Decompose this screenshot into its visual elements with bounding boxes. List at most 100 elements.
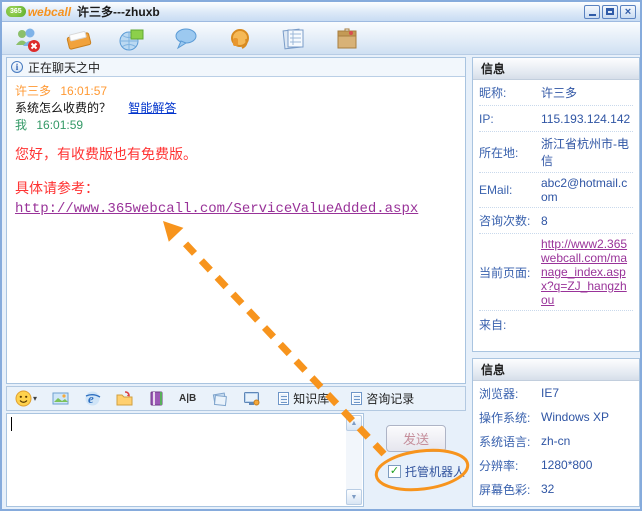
close-icon: × — [625, 7, 631, 17]
visitor-name: 许三多 — [15, 84, 51, 98]
logo-365-icon: 365 — [6, 6, 26, 17]
screen-capture-button[interactable] — [243, 390, 260, 407]
info-row-visits: 咨询次数: 8 — [479, 208, 633, 234]
document-icon — [278, 392, 289, 405]
minimize-button[interactable] — [584, 5, 600, 19]
visitor-info-panel: 信息 昵称: 许三多 IP: 115.193.124.142 所在地: 浙江省杭… — [472, 57, 640, 352]
info-value: Windows XP — [541, 410, 633, 424]
reply-line-2: 具体请参考： — [15, 178, 457, 198]
info-row-current-page: 当前页面: http://www2.365webcall.com/manage_… — [479, 234, 633, 311]
block-user-button[interactable] — [13, 25, 41, 53]
info-value: 浙江省杭州市-电信 — [541, 135, 633, 169]
info-label: 咨询次数: — [479, 212, 541, 229]
my-message-header: 我 16:01:59 — [15, 117, 457, 134]
reply-url-link[interactable]: http://www.365webcall.com/ServiceValueAd… — [15, 201, 418, 217]
info-row-resolution: 分辨率: 1280*800 — [479, 453, 633, 477]
current-page-link[interactable]: http://www2.365webcall.com/manage_index.… — [541, 237, 633, 307]
visitor-message-header: 许三多 16:01:57 — [15, 83, 457, 100]
send-file-button[interactable] — [116, 390, 133, 407]
chat-status-bar: i 正在聊天之中 — [7, 58, 465, 77]
info-row-language: 系统语言: zh-cn — [479, 429, 633, 453]
message-input[interactable]: ▲ ▼ — [6, 413, 364, 507]
info-row-email: EMail: abc2@hotmail.com — [479, 173, 633, 208]
chat-history-button[interactable]: 咨询记录 — [351, 390, 414, 407]
info-row-ip: IP: 115.193.124.142 — [479, 106, 633, 132]
voice-chat-button[interactable] — [226, 25, 254, 53]
knowledge-base-label: 知识库 — [293, 390, 329, 407]
title-bar: 365 webcall 许三多---zhuxb × — [2, 2, 640, 22]
chat-log[interactable]: 许三多 16:01:57 系统怎么收费的？ 智能解答 我 16:01:59 您好… — [7, 77, 465, 383]
visitor-message-line: 系统怎么收费的？ 智能解答 — [15, 100, 457, 117]
reply-line-1: 您好，有收费版也有免费版。 — [15, 144, 457, 164]
maximize-icon — [606, 8, 614, 15]
main-toolbar — [2, 22, 640, 55]
dictionary-button[interactable] — [148, 390, 165, 407]
info-value: zh-cn — [541, 434, 633, 448]
info-row-referrer: 来自: — [479, 311, 633, 337]
knowledge-base-button[interactable]: 知识库 — [278, 390, 329, 407]
info-row-nickname: 昵称: 许三多 — [479, 80, 633, 106]
info-value: 1280*800 — [541, 458, 633, 472]
robot-checkbox-label: 托管机器人 — [405, 463, 465, 480]
info-label: 系统语言: — [479, 433, 541, 450]
address-book-button[interactable] — [65, 25, 93, 53]
visitor-info-header: 信息 — [473, 58, 639, 80]
info-icon: i — [11, 61, 23, 73]
scroll-down-button[interactable]: ▼ — [346, 489, 362, 505]
close-button[interactable]: × — [620, 5, 636, 19]
chat-history-label: 咨询记录 — [366, 390, 414, 407]
info-label: 当前页面: — [479, 264, 541, 281]
info-value: abc2@hotmail.com — [541, 176, 633, 204]
system-info-header: 信息 — [473, 359, 639, 381]
emoticon-button[interactable] — [15, 390, 32, 407]
documents-button[interactable] — [211, 390, 228, 407]
send-webpage-button[interactable] — [118, 25, 146, 53]
info-label: 来自: — [479, 316, 541, 333]
info-label: IP: — [479, 112, 541, 126]
block-user-icon — [13, 25, 41, 53]
scroll-up-button[interactable]: ▲ — [346, 415, 362, 431]
input-scrollbar[interactable]: ▲ ▼ — [346, 415, 362, 505]
minimize-icon — [589, 14, 596, 16]
send-button[interactable]: 发送 — [386, 425, 446, 452]
info-label: EMail: — [479, 183, 541, 197]
maximize-button[interactable] — [602, 5, 618, 19]
browser-button[interactable]: e — [84, 390, 101, 407]
info-value: 115.193.124.142 — [541, 112, 633, 126]
visitor-timestamp: 16:01:57 — [60, 84, 107, 98]
info-row-browser: 浏览器: IE7 — [479, 381, 633, 405]
svg-text:e: e — [88, 391, 94, 406]
insert-image-button[interactable] — [52, 390, 69, 407]
send-webpage-icon — [118, 25, 146, 53]
info-row-location: 所在地: 浙江省杭州市-电信 — [479, 132, 633, 173]
info-label: 屏幕色彩: — [479, 481, 541, 498]
logo-brand: webcall — [28, 5, 71, 19]
my-name: 我 — [15, 118, 27, 132]
info-value: 8 — [541, 214, 633, 228]
info-value: 32 — [541, 482, 633, 496]
voice-chat-icon — [226, 25, 254, 53]
chat-records-button[interactable] — [280, 25, 308, 53]
info-row-color-depth: 屏幕色彩: 32 — [479, 477, 633, 501]
info-label: 昵称: — [479, 84, 541, 101]
robot-checkbox-row[interactable]: 托管机器人 — [388, 463, 465, 480]
info-label: 分辨率: — [479, 457, 541, 474]
info-label: 浏览器: — [479, 385, 541, 402]
info-row-os: 操作系统: Windows XP — [479, 405, 633, 429]
toolbox-button[interactable] — [334, 25, 362, 53]
window-title: 许三多---zhuxb — [77, 3, 160, 20]
document-icon — [351, 392, 362, 405]
smart-answer-link[interactable]: 智能解答 — [128, 101, 176, 115]
app-window: 365 webcall 许三多---zhuxb × — [0, 0, 642, 511]
info-label: 所在地: — [479, 144, 541, 161]
info-label: 操作系统: — [479, 409, 541, 426]
text-caret — [11, 417, 12, 431]
send-message-icon — [172, 25, 200, 53]
font-style-button[interactable]: A|B — [179, 393, 196, 404]
send-message-button[interactable] — [172, 25, 200, 53]
emoticon-dropdown-icon[interactable]: ▾ — [33, 394, 37, 403]
system-info-panel: 信息 浏览器: IE7 操作系统: Windows XP 系统语言: zh-cn… — [472, 358, 640, 507]
robot-checkbox[interactable] — [388, 465, 401, 478]
info-value: IE7 — [541, 386, 633, 400]
chat-panel: i 正在聊天之中 许三多 16:01:57 系统怎么收费的？ 智能解答 我 16… — [6, 57, 466, 384]
